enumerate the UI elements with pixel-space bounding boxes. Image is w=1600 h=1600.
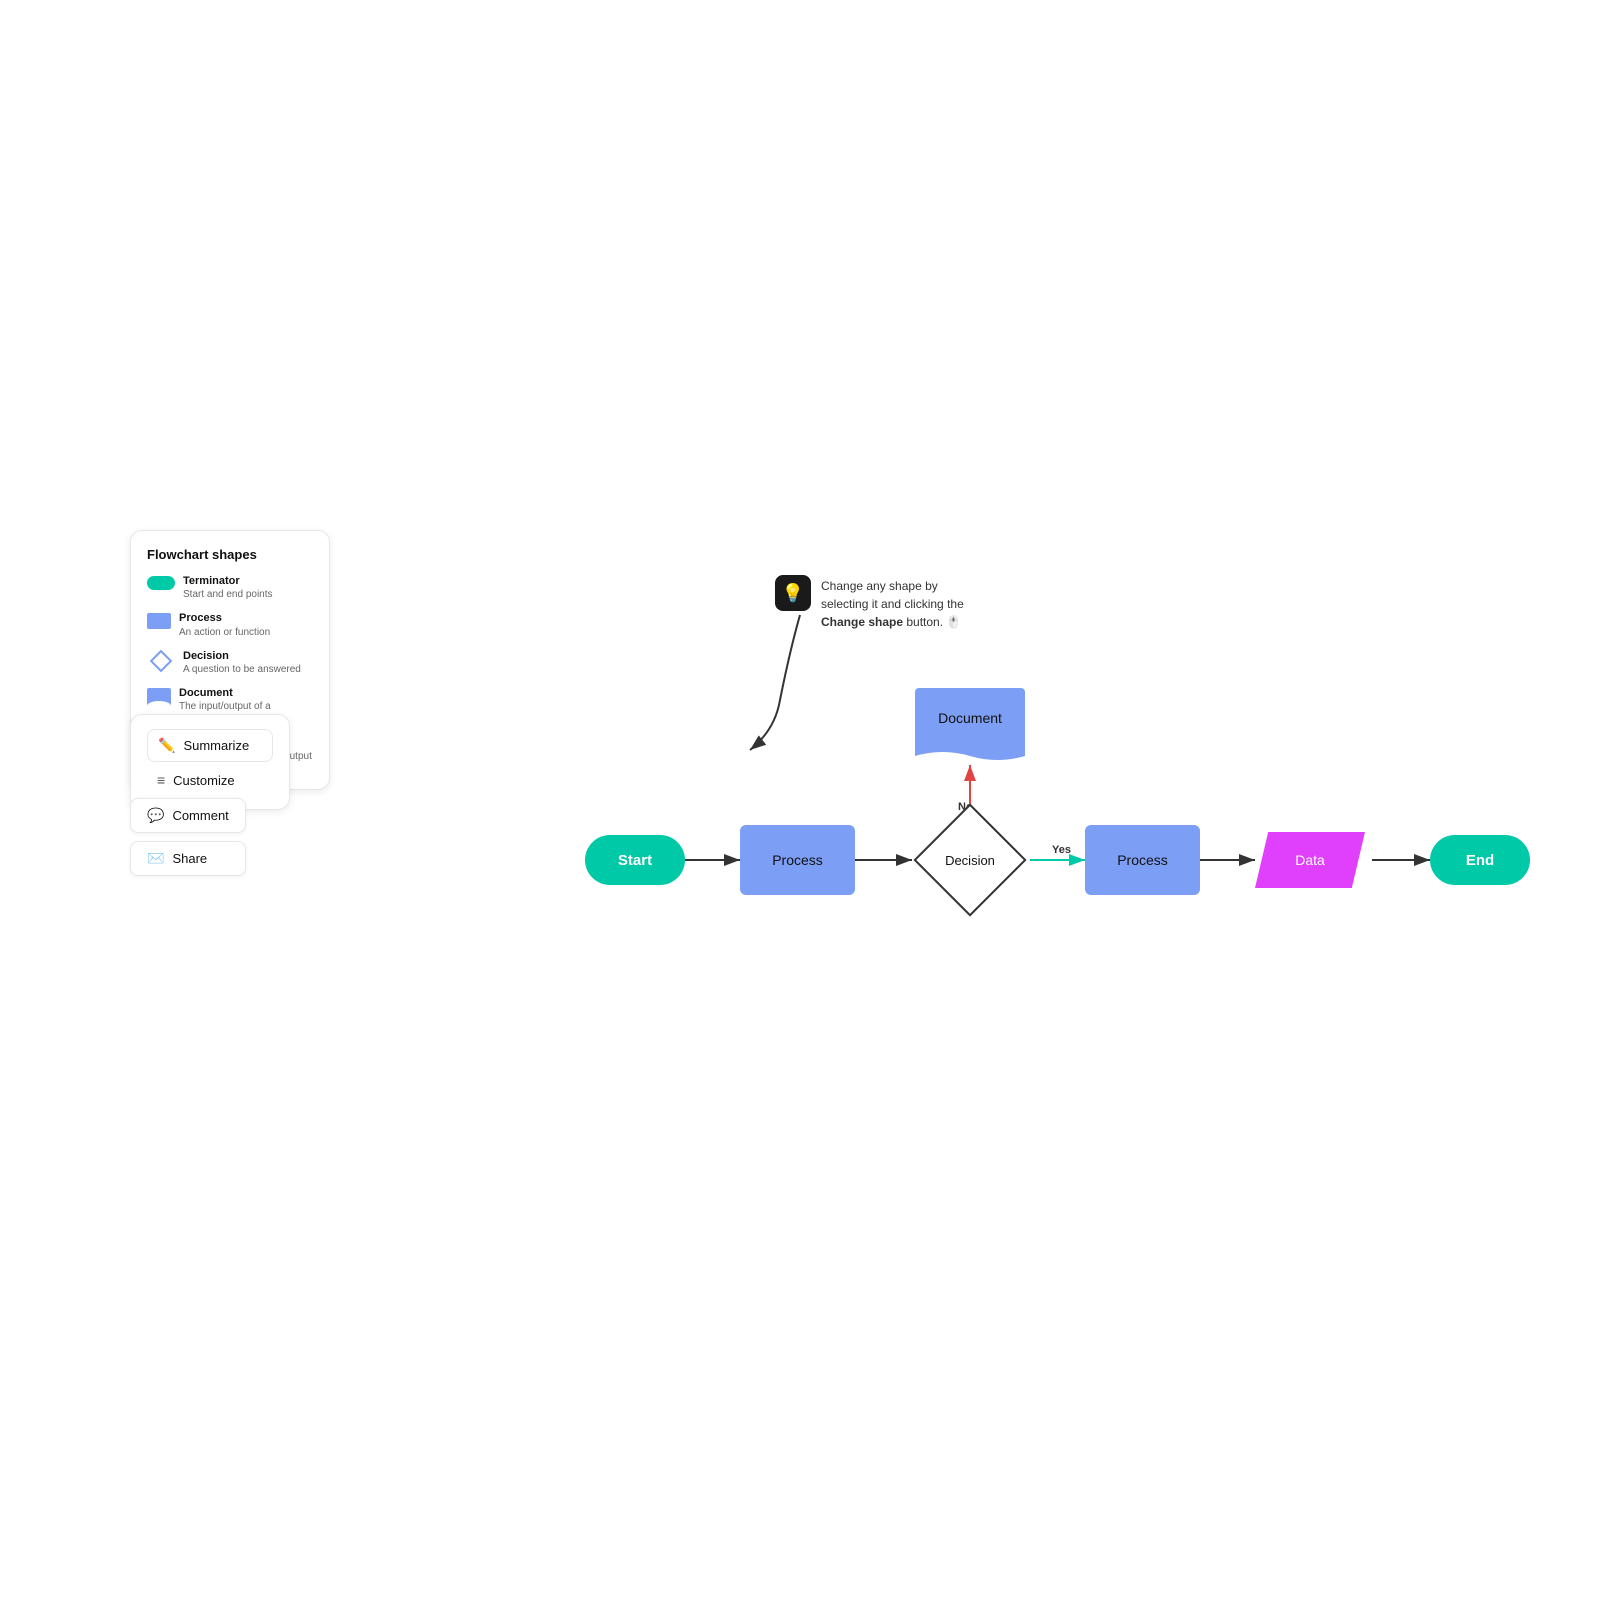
legend-item-decision: Decision A question to be answered (147, 649, 313, 676)
legend-item-process: Process An action or function (147, 611, 313, 638)
legend-title: Flowchart shapes (147, 547, 313, 562)
terminator-label: Terminator (183, 574, 273, 588)
start-node[interactable]: Start (585, 835, 685, 885)
comment-label: Comment (172, 808, 228, 823)
start-node-label: Start (618, 852, 652, 869)
summarize-button[interactable]: ✏️ Summarize (147, 729, 273, 762)
bulb-icon: 💡 (775, 575, 811, 611)
share-button[interactable]: ✉️ Share (130, 841, 246, 876)
svg-text:Yes: Yes (1052, 844, 1071, 856)
legend-item-terminator: Terminator Start and end points (147, 574, 313, 601)
terminator-icon (147, 576, 175, 590)
share-label: Share (172, 851, 207, 866)
process-desc: An action or function (179, 626, 270, 639)
decision-node[interactable]: Decision (910, 810, 1030, 910)
process1-node-label: Process (772, 852, 823, 868)
hint-text: Change any shape by selecting it and cli… (821, 575, 981, 631)
hint-box: 💡 Change any shape by selecting it and c… (775, 575, 981, 631)
decision-desc: A question to be answered (183, 663, 301, 676)
process2-node[interactable]: Process (1085, 825, 1200, 895)
document-node[interactable]: Document (915, 688, 1025, 764)
data-node[interactable]: Data (1255, 832, 1365, 888)
process-label: Process (179, 611, 270, 625)
customize-label: Customize (173, 773, 234, 788)
comment-icon: 💬 (147, 807, 164, 824)
end-node[interactable]: End (1430, 835, 1530, 885)
document-icon-legend (147, 688, 171, 706)
summarize-label: Summarize (183, 738, 249, 753)
decision-node-label: Decision (945, 853, 995, 868)
summarize-icon: ✏️ (158, 737, 175, 754)
decision-label: Decision (183, 649, 301, 663)
terminator-desc: Start and end points (183, 588, 273, 601)
decision-icon (147, 651, 175, 671)
toolbar-panel: ✏️ Summarize ≡ Customize (130, 714, 290, 810)
process2-node-label: Process (1117, 852, 1168, 868)
end-node-label: End (1466, 852, 1494, 869)
customize-icon: ≡ (157, 772, 165, 788)
comment-button[interactable]: 💬 Comment (130, 798, 246, 833)
process-icon (147, 613, 171, 629)
share-icon: ✉️ (147, 850, 164, 867)
data-node-label: Data (1295, 852, 1325, 868)
document-node-label: Document (938, 710, 1002, 726)
document-label: Document (179, 686, 313, 700)
customize-button[interactable]: ≡ Customize (147, 768, 273, 795)
action-panel: 💬 Comment ✉️ Share (130, 798, 246, 876)
process1-node[interactable]: Process (740, 825, 855, 895)
